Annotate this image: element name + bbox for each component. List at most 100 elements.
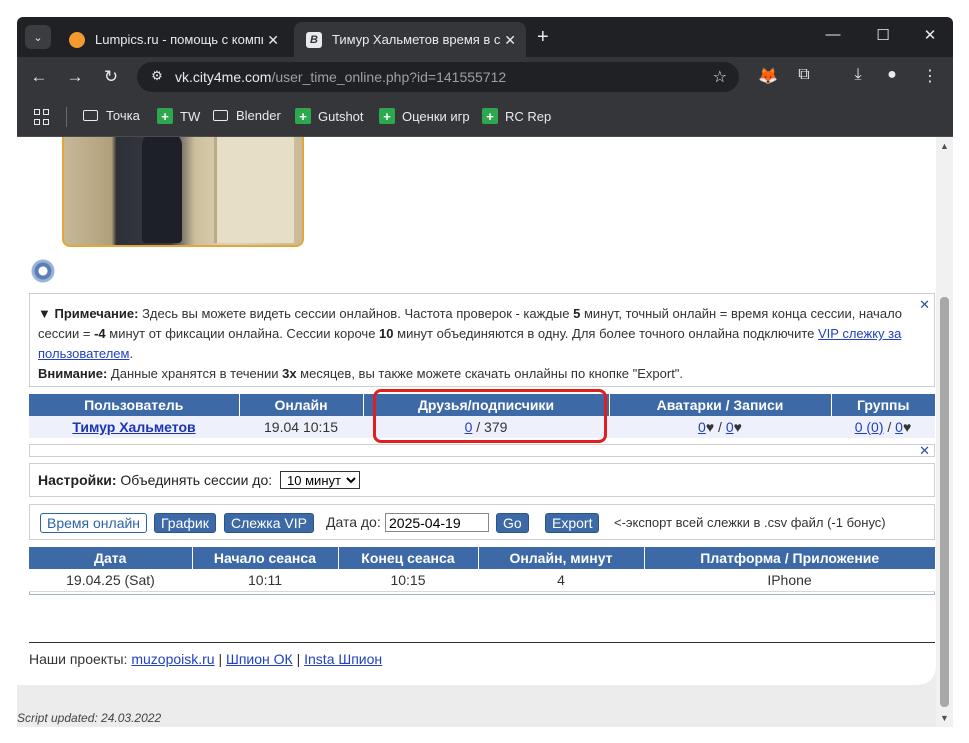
col-groups: Группы: [831, 394, 935, 416]
bookmarks-separator: [66, 107, 67, 127]
avatars-link[interactable]: 0: [698, 419, 706, 435]
spy-ok-link[interactable]: Шпион ОК: [226, 651, 293, 667]
vip-tracking-button[interactable]: Слежка VIP: [224, 513, 314, 533]
maximize-icon[interactable]: ☐: [873, 26, 893, 44]
bookmark-gutshot[interactable]: + Gutshot: [295, 108, 364, 124]
muzopoisk-link[interactable]: muzopoisk.ru: [131, 651, 214, 667]
sessions-table: Дата Начало сеанса Конец сеанса Онлайн, …: [29, 547, 935, 592]
extensions-puzzle-icon[interactable]: ⧉: [793, 66, 815, 84]
script-updated-text: Script updated: 24.03.2022: [17, 711, 162, 725]
export-button[interactable]: Export: [545, 513, 600, 533]
user-online-cell: 19.04 10:15: [239, 416, 363, 438]
bookmarks-bar: Точка + TW Blender + Gutshot + Оценки игр +…: [17, 97, 953, 137]
col-avatars: Аватарки / Записи: [609, 394, 832, 416]
page-scrollbar[interactable]: ▲ ▼: [936, 137, 953, 727]
scroll-down-icon[interactable]: ▼: [940, 713, 949, 723]
session-end: 10:15: [338, 569, 478, 592]
profile-avatar-icon[interactable]: ●: [881, 66, 903, 84]
table-row: 19.04.25 (Sat) 10:11 10:15 4 IPhone: [29, 569, 935, 592]
close-window-icon[interactable]: ✕: [920, 26, 940, 44]
folder-icon: [213, 110, 228, 121]
session-date: 19.04.25 (Sat): [29, 569, 192, 592]
tab-title: Lumpics.ru - помощь с компь: [95, 32, 263, 47]
col-start: Начало сеанса: [192, 547, 339, 569]
chevron-down-icon: ⌄: [33, 31, 43, 44]
date-input[interactable]: [385, 513, 489, 532]
insta-spy-link[interactable]: Insta Шпион: [304, 651, 382, 667]
go-button[interactable]: Go: [496, 513, 529, 533]
footer-projects: Наши проекты: muzopoisk.ru | Шпион ОК | …: [29, 651, 383, 667]
groups-link[interactable]: 0 (0): [855, 419, 884, 435]
city4me-favicon-icon: B: [306, 31, 322, 48]
green-cross-icon: +: [482, 108, 498, 124]
footer-divider: [29, 642, 935, 643]
page-content: ✕ ▼ Примечание: Здесь вы можете видеть с…: [17, 137, 936, 685]
tab-vk-city4me[interactable]: B Тимур Хальметов время в сет ✕: [294, 22, 526, 57]
site-info-icon[interactable]: ⚙: [147, 68, 167, 86]
sessions-table-header: Дата Начало сеанса Конец сеанса Онлайн, …: [29, 547, 935, 569]
user-avatar-photo: [62, 137, 304, 247]
green-cross-icon: +: [157, 108, 173, 124]
bookmark-blender[interactable]: Blender: [213, 108, 281, 123]
user-name-link[interactable]: Тимур Хальметов: [72, 419, 195, 435]
date-label: Дата до:: [326, 514, 381, 530]
extension-fox-icon[interactable]: 🦊: [757, 66, 779, 86]
close-strip-icon[interactable]: ✕: [919, 443, 930, 459]
tab-strip: ⌄ Lumpics.ru - помощь с компь ✕ B Тимур …: [17, 17, 953, 57]
posts-link[interactable]: 0: [726, 419, 734, 435]
user-avatars-cell: 0♥ / 0♥: [609, 416, 831, 438]
close-tab-icon[interactable]: ✕: [504, 32, 516, 49]
merge-sessions-select[interactable]: 10 минут: [280, 471, 361, 489]
folder-icon: [83, 110, 98, 121]
col-online: Онлайн: [239, 394, 364, 416]
groups-likes-link[interactable]: 0: [895, 419, 903, 435]
col-user: Пользователь: [29, 394, 240, 416]
col-date: Дата: [29, 547, 193, 569]
graph-button[interactable]: График: [154, 513, 216, 533]
scroll-up-icon[interactable]: ▲: [940, 141, 949, 151]
col-end: Конец сеанса: [338, 547, 479, 569]
user-name-cell: Тимур Хальметов: [29, 416, 239, 438]
menu-kebab-icon[interactable]: ⋮: [919, 66, 941, 86]
tab-title: Тимур Хальметов время в сет: [332, 32, 500, 47]
friends-highlight-box: [373, 389, 607, 443]
photo-door: [214, 137, 294, 243]
url-text[interactable]: vk.city4me.com/user_time_online.php?id=1…: [175, 69, 506, 85]
col-minutes: Онлайн, минут: [478, 547, 645, 569]
minimize-icon[interactable]: —: [823, 26, 843, 43]
export-hint: <-экспорт всей слежки в .csv файл (-1 бо…: [614, 515, 886, 530]
settings-gear-icon[interactable]: [31, 259, 55, 283]
address-bar[interactable]: ⚙ vk.city4me.com/user_time_online.php?id…: [137, 62, 739, 92]
controls-box: Время онлайн График Слежка VIP Дата до: …: [29, 504, 935, 540]
tab-lumpics[interactable]: Lumpics.ru - помощь с компь ✕: [57, 22, 289, 57]
settings-box: Настройки: Объединять сессии до: 10 мину…: [29, 463, 935, 497]
time-online-button[interactable]: Время онлайн: [40, 513, 148, 533]
scrollbar-thumb[interactable]: [940, 297, 949, 707]
user-groups-cell: 0 (0) / 0♥: [831, 416, 935, 438]
forward-arrow-icon[interactable]: →: [65, 67, 85, 87]
bookmark-game-ratings[interactable]: + Оценки игр: [379, 108, 470, 124]
close-note-icon[interactable]: ✕: [919, 295, 930, 315]
tab-search-button[interactable]: ⌄: [25, 25, 51, 49]
new-tab-icon[interactable]: +: [537, 26, 549, 49]
close-tab-icon[interactable]: ✕: [267, 32, 279, 49]
reload-icon[interactable]: ↻: [101, 67, 121, 87]
bookmark-star-icon[interactable]: ☆: [713, 67, 727, 87]
bookmark-tw[interactable]: + TW: [157, 108, 200, 124]
note-prefix: ▼ Примечание:: [38, 306, 139, 321]
settings-label: Настройки:: [38, 472, 117, 488]
note-box: ✕ ▼ Примечание: Здесь вы можете видеть с…: [29, 293, 935, 387]
apps-grid-icon[interactable]: [34, 109, 50, 125]
session-platform: IPhone: [644, 569, 935, 592]
page-viewport: ✕ ▼ Примечание: Здесь вы можете видеть с…: [17, 137, 936, 727]
bookmark-tochka[interactable]: Точка: [83, 108, 140, 123]
green-cross-icon: +: [379, 108, 395, 124]
session-minutes: 4: [478, 569, 644, 592]
download-icon[interactable]: ⤓: [847, 66, 869, 84]
collapsed-box: ✕: [29, 443, 935, 459]
bookmark-rc-rep[interactable]: + RC Rep: [482, 108, 551, 124]
browser-toolbar: ← → ↻ ⚙ vk.city4me.com/user_time_online.…: [17, 57, 953, 97]
back-arrow-icon[interactable]: ←: [29, 67, 49, 87]
warning-label: Внимание:: [38, 366, 108, 381]
photo-person: [142, 137, 182, 243]
